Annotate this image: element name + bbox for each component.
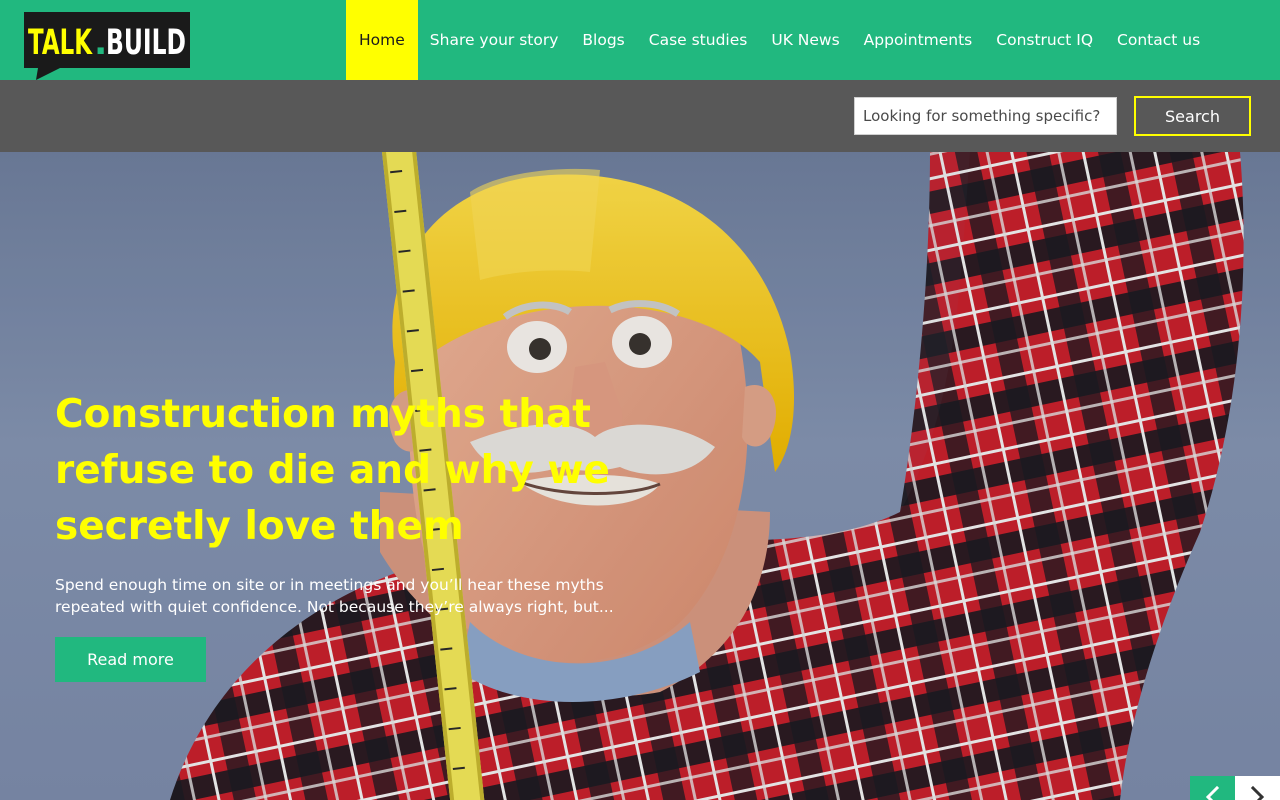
site-header: TALK . BUILD Home Share your story Blogs… <box>0 0 1280 80</box>
slider-prev-button[interactable] <box>1190 776 1235 800</box>
nav-item-share-your-story[interactable]: Share your story <box>418 0 571 80</box>
hero-title: Construction myths that refuse to die an… <box>55 392 610 549</box>
chevron-left-icon <box>1205 785 1220 800</box>
chevron-right-icon <box>1250 785 1265 800</box>
logo-text-talk: TALK <box>28 23 93 63</box>
nav-item-construct-iq[interactable]: Construct IQ <box>984 0 1105 80</box>
logo-mark: TALK . BUILD <box>24 12 190 80</box>
logo-text-build: BUILD <box>106 23 186 63</box>
read-more-button[interactable]: Read more <box>55 637 206 682</box>
slider-next-button[interactable] <box>1235 776 1280 800</box>
nav-item-case-studies[interactable]: Case studies <box>637 0 760 80</box>
main-nav: Home Share your story Blogs Case studies… <box>346 0 1212 80</box>
nav-item-appointments[interactable]: Appointments <box>852 0 985 80</box>
nav-item-uk-news[interactable]: UK News <box>759 0 851 80</box>
search-button[interactable]: Search <box>1134 96 1251 136</box>
nav-item-home[interactable]: Home <box>346 0 418 80</box>
hero-excerpt: Spend enough time on site or in meetings… <box>55 576 614 616</box>
hero-slider: Construction myths that refuse to die an… <box>0 152 1280 800</box>
nav-item-blogs[interactable]: Blogs <box>570 0 636 80</box>
talkbuild-logo[interactable]: TALK . BUILD <box>24 12 190 80</box>
search-bar: Search <box>0 80 1280 152</box>
nav-item-contact-us[interactable]: Contact us <box>1105 0 1212 80</box>
search-input[interactable] <box>854 97 1117 135</box>
